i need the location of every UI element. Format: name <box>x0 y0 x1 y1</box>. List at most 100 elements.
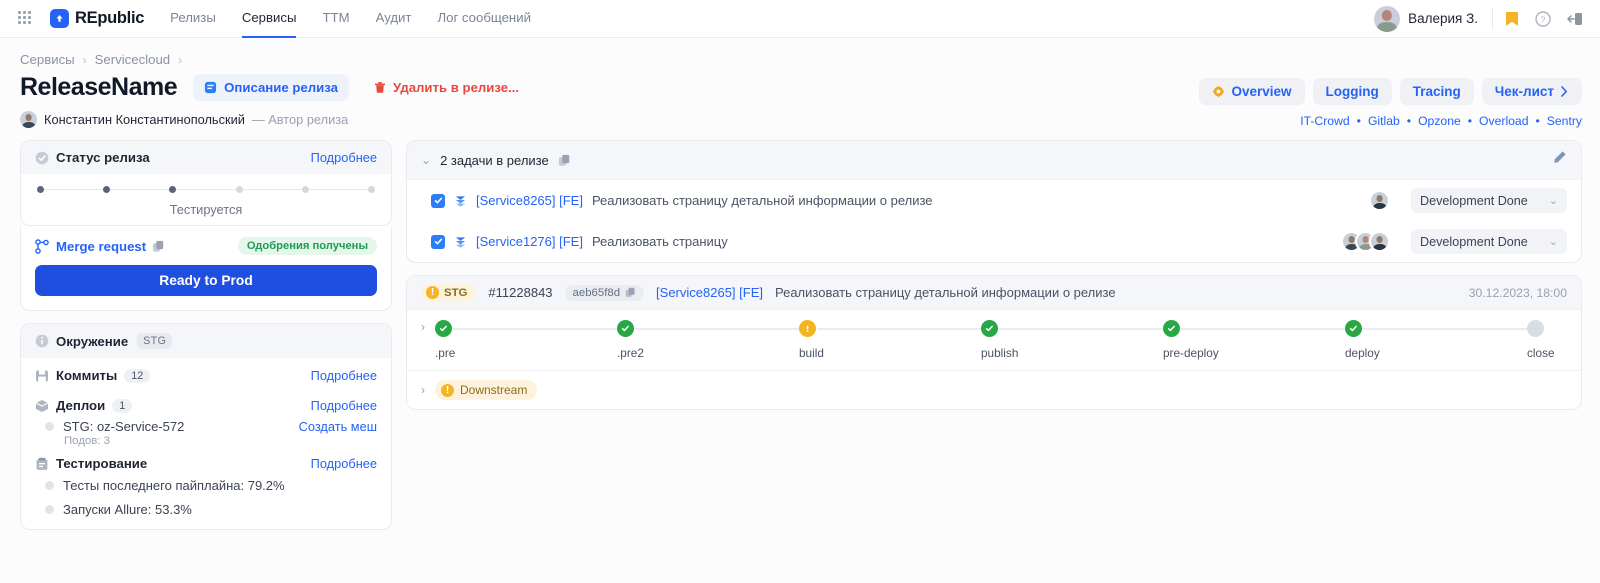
stage-connector <box>635 328 799 330</box>
stage-status-warn-icon[interactable] <box>799 320 816 337</box>
brand-logo[interactable]: REpublic <box>50 9 144 28</box>
testing-more-link[interactable]: Подробнее <box>311 456 377 471</box>
link-overload[interactable]: Overload <box>1479 114 1528 128</box>
tab-tracing[interactable]: Tracing <box>1399 78 1474 105</box>
testing-pipeline-tests: Тесты последнего пайплайна: 79.2% <box>63 478 285 493</box>
tab-checklist-label: Чек-лист <box>1494 84 1554 99</box>
table-row: [Service8265] [FE] Реализовать страницу … <box>407 180 1581 221</box>
section-commits: Коммиты 12 Подробнее <box>35 368 377 383</box>
link-opzone[interactable]: Opzone <box>1418 114 1461 128</box>
tab-overview[interactable]: Overview <box>1199 78 1305 105</box>
step-seg <box>44 188 104 191</box>
downstream-badge[interactable]: ! Downstream <box>435 380 538 400</box>
merge-request-link[interactable]: Merge request <box>56 239 146 254</box>
link-sentry[interactable]: Sentry <box>1547 114 1582 128</box>
environment-card: Окружение STG Коммиты 12 Подробнее Депло… <box>20 323 392 530</box>
pipeline-task-key[interactable]: [Service8265] [FE] <box>656 285 763 300</box>
help-icon[interactable]: ? <box>1535 10 1551 27</box>
breadcrumb-item-services[interactable]: Сервисы <box>20 52 75 67</box>
downstream-label: Downstream <box>460 383 528 397</box>
tasks-header: ⌄ 2 задачи в релизе <box>407 141 1581 180</box>
avatar[interactable] <box>1369 190 1390 211</box>
chevron-down-icon[interactable]: ⌄ <box>421 153 431 167</box>
copy-icon[interactable] <box>558 154 571 167</box>
avatar[interactable] <box>1369 231 1390 252</box>
top-right-controls: Валерия З. ? <box>1374 5 1584 32</box>
commits-label: Коммиты <box>56 368 118 383</box>
stage-status-ok-icon[interactable] <box>1345 320 1362 337</box>
stage-status-idle-icon[interactable] <box>1527 320 1544 337</box>
create-mesh-link[interactable]: Создать меш <box>299 419 377 434</box>
step-dot[interactable] <box>368 186 376 193</box>
current-status-label: Тестируется <box>169 202 243 217</box>
page-body: Статус релиза Подробнее Тестируется Merg… <box>0 128 1600 530</box>
pipeline-number[interactable]: #11228843 <box>488 285 552 300</box>
task-key[interactable]: [Service8265] [FE] <box>476 193 583 208</box>
nav-item-ttm[interactable]: TTM <box>322 0 349 38</box>
table-row: [Service1276] [FE] Реализовать страницу … <box>407 221 1581 262</box>
bullet: • <box>1535 114 1540 128</box>
step-seg <box>242 188 302 191</box>
breadcrumb: Сервисы › Servicecloud › <box>0 38 1600 67</box>
breadcrumb-separator: › <box>82 52 87 67</box>
environment-tag: STG <box>137 333 173 349</box>
pipeline-env-label: STG <box>444 286 468 299</box>
environment-title: Окружение <box>35 334 128 349</box>
merge-icon <box>35 238 49 254</box>
tab-logging[interactable]: Logging <box>1312 78 1392 105</box>
stage-name: .pre <box>435 346 456 360</box>
nav-item-services[interactable]: Сервисы <box>241 0 297 38</box>
stage-status-ok-icon[interactable] <box>435 320 452 337</box>
nav-item-audit[interactable]: Аудит <box>376 0 412 38</box>
task-checkbox[interactable] <box>431 193 445 208</box>
header-right-controls: Overview Logging Tracing Чек-лист IT-Cro… <box>1199 78 1582 128</box>
deploys-more-link[interactable]: Подробнее <box>311 398 377 413</box>
breadcrumb-item-servicecloud[interactable]: Servicecloud <box>95 52 171 67</box>
release-status-more-link[interactable]: Подробнее <box>311 150 377 165</box>
release-description-button[interactable]: Описание релиза <box>193 74 349 101</box>
task-checkbox[interactable] <box>431 234 445 249</box>
step-dot[interactable] <box>301 186 309 193</box>
link-it-crowd[interactable]: IT-Crowd <box>1300 114 1349 128</box>
task-key[interactable]: [Service1276] [FE] <box>476 234 583 249</box>
pipeline-commit-sha[interactable]: aeb65f8d <box>564 284 645 301</box>
grafana-icon <box>1212 85 1226 98</box>
step-seg <box>176 188 236 191</box>
copy-icon <box>625 287 635 297</box>
logout-icon[interactable] <box>1567 11 1584 27</box>
user-menu[interactable]: Валерия З. <box>1374 5 1492 32</box>
tab-checklist[interactable]: Чек-лист <box>1481 78 1582 105</box>
trash-icon <box>374 82 385 93</box>
section-deploys: Деплои 1 Подробнее <box>35 398 377 413</box>
task-status-select[interactable]: Development Done ⌄ <box>1411 188 1567 213</box>
stage-status-ok-icon[interactable] <box>1163 320 1180 337</box>
view-tabs: Overview Logging Tracing Чек-лист <box>1199 78 1582 105</box>
external-links: IT-Crowd • Gitlab • Opzone • Overload • Sent… <box>1199 114 1582 128</box>
step-dot[interactable] <box>235 186 243 193</box>
chevron-right-icon[interactable]: › <box>421 383 425 397</box>
priority-double-chevron-icon <box>455 196 466 207</box>
task-status-select[interactable]: Development Done ⌄ <box>1411 229 1567 254</box>
chevron-right-icon[interactable]: › <box>421 320 425 334</box>
apps-grid-icon[interactable] <box>18 10 34 27</box>
tasks-header-label: 2 задачи в релизе <box>440 152 549 168</box>
nav-item-message-log[interactable]: Лог сообщений <box>437 0 530 38</box>
left-sidebar: Статус релиза Подробнее Тестируется Merg… <box>20 140 392 530</box>
step-dot[interactable] <box>103 186 111 193</box>
step-dot[interactable] <box>169 186 177 193</box>
delete-release-button[interactable]: Удалить в релизе... <box>363 74 530 101</box>
task-title: Реализовать страницу <box>591 234 728 249</box>
commits-more-link[interactable]: Подробнее <box>311 368 377 383</box>
stage-status-ok-icon[interactable] <box>617 320 634 337</box>
step-progress <box>37 186 376 193</box>
step-dot[interactable] <box>37 186 44 193</box>
nav-item-releases[interactable]: Релизы <box>170 0 216 38</box>
package-icon <box>35 399 49 412</box>
task-status-value: Development Done <box>1420 234 1528 249</box>
ready-to-prod-button[interactable]: Ready to Prod <box>35 265 377 296</box>
edit-pencil-icon[interactable] <box>1552 150 1567 170</box>
bullet-dot <box>45 422 54 431</box>
bookmark-icon[interactable] <box>1505 11 1519 27</box>
stage-status-ok-icon[interactable] <box>981 320 998 337</box>
link-gitlab[interactable]: Gitlab <box>1368 114 1400 128</box>
